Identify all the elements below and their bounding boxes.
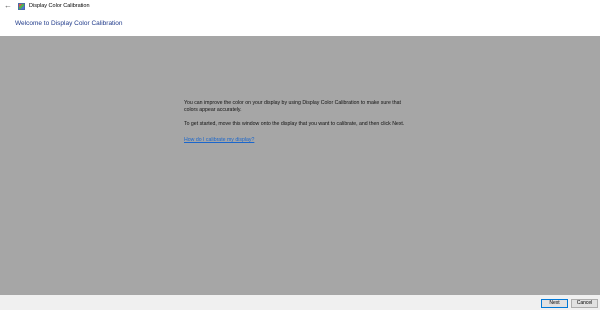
title-bar: ← Display Color Calibration: [0, 0, 600, 12]
calibration-window: ← Display Color Calibration Welcome to D…: [0, 0, 600, 310]
content-area: You can improve the color on your displa…: [0, 36, 600, 295]
back-arrow-icon[interactable]: ←: [2, 0, 14, 12]
page-title: Welcome to Display Color Calibration: [15, 20, 123, 27]
help-link[interactable]: How do I calibrate my display?: [184, 137, 254, 144]
window-title: Display Color Calibration: [29, 3, 90, 9]
footer-bar: Next Cancel: [0, 295, 600, 310]
intro-paragraph: You can improve the color on your displa…: [184, 100, 401, 113]
color-calibration-icon: [18, 2, 25, 10]
next-button[interactable]: Next: [541, 299, 568, 308]
page-header: Welcome to Display Color Calibration: [0, 12, 600, 36]
cancel-button[interactable]: Cancel: [571, 299, 598, 308]
instructions-paragraph: To get started, move this window onto th…: [184, 121, 405, 128]
instructions: You can improve the color on your displa…: [184, 100, 416, 143]
